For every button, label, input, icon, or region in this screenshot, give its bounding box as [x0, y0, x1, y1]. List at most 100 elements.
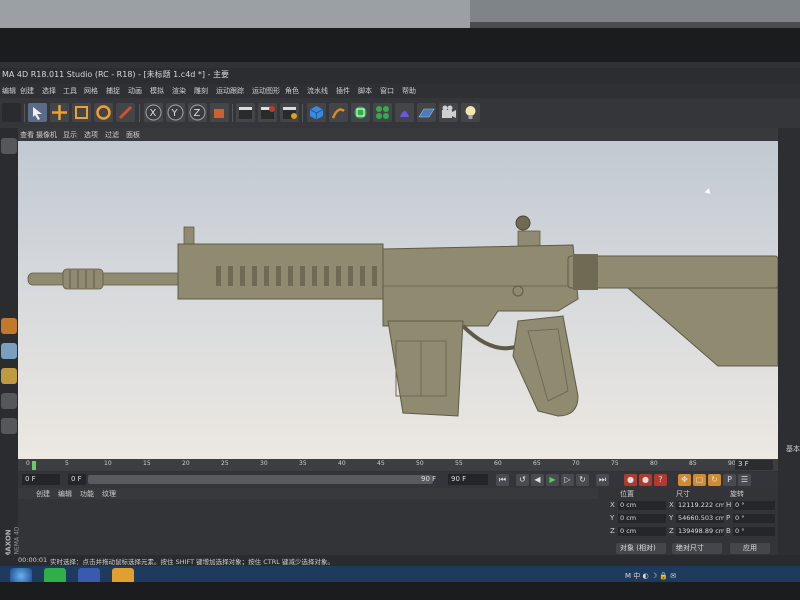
- position-key-icon[interactable]: ✥: [678, 474, 691, 486]
- cube-icon[interactable]: [307, 103, 326, 122]
- menu-script[interactable]: 脚本: [358, 86, 372, 96]
- render-settings-icon[interactable]: [280, 103, 299, 122]
- rotation-b-field[interactable]: 0 °: [733, 527, 775, 536]
- viewport-menu-filter[interactable]: 过滤: [105, 130, 119, 140]
- rifle-model[interactable]: [18, 141, 779, 459]
- render-view-icon[interactable]: [236, 103, 255, 122]
- autokey-icon[interactable]: ●: [639, 474, 652, 486]
- window-title: MA 4D R18.011 Studio (RC - R18) - [未标题 1…: [2, 70, 229, 79]
- system-tray[interactable]: M 中 ◐ ☽ 🔒 ✉: [625, 571, 676, 581]
- attributes-tab-basic[interactable]: 基本: [786, 444, 800, 454]
- size-x-field[interactable]: 12119.222 cm: [676, 501, 724, 510]
- next-key-button[interactable]: ↻: [576, 474, 589, 486]
- go-to-start-button[interactable]: ⏮: [496, 474, 509, 486]
- menu-mograph[interactable]: 运动图形: [252, 86, 280, 96]
- size-y-field[interactable]: 54660.503 cm: [676, 514, 724, 523]
- go-to-end-button[interactable]: ⏭: [596, 474, 609, 486]
- menu-simulate[interactable]: 模拟: [150, 86, 164, 96]
- rotate-icon[interactable]: [94, 103, 113, 122]
- rotation-p-field[interactable]: 0 °: [733, 514, 775, 523]
- file-explorer-icon[interactable]: [112, 568, 134, 582]
- floor-icon[interactable]: [417, 103, 436, 122]
- coordinate-system-icon[interactable]: [210, 103, 229, 122]
- perspective-viewport[interactable]: [18, 141, 779, 459]
- parameter-key-icon[interactable]: P: [723, 474, 736, 486]
- material-menu-edit[interactable]: 编辑: [58, 489, 72, 499]
- texture-mode-icon[interactable]: [1, 343, 17, 359]
- apply-button[interactable]: 应用: [730, 543, 770, 554]
- viewport-menu-panel[interactable]: 面板: [126, 130, 140, 140]
- keyframe-selection-icon[interactable]: ?: [654, 474, 667, 486]
- menu-mesh[interactable]: 网格: [84, 86, 98, 96]
- menu-select[interactable]: 选择: [42, 86, 56, 96]
- menu-character[interactable]: 角色: [285, 86, 299, 96]
- subdivision-surface-icon[interactable]: [351, 103, 370, 122]
- taskbar-app-icon[interactable]: [44, 568, 66, 582]
- timeline-menu-icon[interactable]: ☰: [738, 474, 751, 486]
- viewport-menu-view[interactable]: 查看: [20, 130, 34, 140]
- menu-pipeline[interactable]: 流水线: [307, 86, 328, 96]
- z-axis-icon[interactable]: Z: [188, 103, 207, 122]
- cinema4d-taskbar-icon[interactable]: [78, 568, 100, 582]
- viewport-menu-options[interactable]: 选项: [84, 130, 98, 140]
- prev-frame-button[interactable]: ◀: [531, 474, 544, 486]
- scale-icon[interactable]: [72, 103, 91, 122]
- viewport-menu-display[interactable]: 显示: [63, 130, 77, 140]
- deformer-icon[interactable]: [395, 103, 414, 122]
- prev-key-button[interactable]: ↺: [516, 474, 529, 486]
- material-menu-create[interactable]: 创建: [36, 489, 50, 499]
- coord-mode-select[interactable]: 对象 (相对): [616, 543, 666, 554]
- max-frame-field[interactable]: 90 F: [448, 474, 488, 485]
- menu-plugins[interactable]: 插件: [336, 86, 350, 96]
- undo-icon[interactable]: [2, 103, 21, 122]
- pen-spline-icon[interactable]: [329, 103, 348, 122]
- model-mode-icon[interactable]: [1, 318, 17, 334]
- make-editable-icon[interactable]: [1, 138, 17, 154]
- frame-range-slider[interactable]: [88, 475, 433, 484]
- menu-window[interactable]: 窗口: [380, 86, 394, 96]
- menu-tools[interactable]: 工具: [63, 86, 77, 96]
- recent-tool-icon[interactable]: [116, 103, 135, 122]
- material-menu-function[interactable]: 功能: [80, 489, 94, 499]
- playhead[interactable]: [32, 461, 36, 470]
- menu-create[interactable]: 创建: [20, 86, 34, 96]
- size-z-field[interactable]: 139498.89 cm: [676, 527, 724, 536]
- scale-key-icon[interactable]: ▢: [693, 474, 706, 486]
- current-frame-field[interactable]: 0 F: [22, 474, 60, 485]
- menu-help[interactable]: 帮助: [402, 86, 416, 96]
- rotation-key-icon[interactable]: ↻: [708, 474, 721, 486]
- menu-snap[interactable]: 捕捉: [106, 86, 120, 96]
- rotation-h-field[interactable]: 0 °: [733, 501, 775, 510]
- next-frame-button[interactable]: ▷: [561, 474, 574, 486]
- position-x-field[interactable]: 0 cm: [618, 501, 666, 510]
- start-frame-field[interactable]: 0 F: [68, 474, 86, 485]
- timeline-ruler[interactable]: 0 5 10 15 20 25 30 35 40 45 50 55 60 65 …: [18, 459, 778, 471]
- menu-render[interactable]: 渲染: [172, 86, 186, 96]
- points-mode-icon[interactable]: [1, 393, 17, 409]
- menu-sculpt[interactable]: 雕刻: [194, 86, 208, 96]
- status-bar: 00:00:01 实时选择：点击并拖动鼠标选择元素。按住 SHIFT 键增加选择…: [0, 555, 800, 566]
- menu-motion-tracking[interactable]: 运动跟踪: [216, 86, 244, 96]
- y-axis-icon[interactable]: Y: [166, 103, 185, 122]
- coord-size-mode-select[interactable]: 绝对尺寸: [672, 543, 722, 554]
- move-icon[interactable]: [50, 103, 69, 122]
- light-icon[interactable]: [461, 103, 480, 122]
- cloner-icon[interactable]: [373, 103, 392, 122]
- position-z-field[interactable]: 0 cm: [618, 527, 666, 536]
- timeline-end-frame[interactable]: 3 F: [735, 460, 773, 470]
- workplane-mode-icon[interactable]: [1, 368, 17, 384]
- menu-edit[interactable]: 编辑: [2, 86, 16, 96]
- render-to-picture-viewer-icon[interactable]: [258, 103, 277, 122]
- record-keys-icon[interactable]: ●: [624, 474, 637, 486]
- coord-axis-x: X: [610, 501, 615, 509]
- material-menu-texture[interactable]: 纹理: [102, 489, 116, 499]
- menu-animate[interactable]: 动画: [128, 86, 142, 96]
- edges-mode-icon[interactable]: [1, 418, 17, 434]
- viewport-menu-cameras[interactable]: 摄像机: [36, 130, 57, 140]
- play-button[interactable]: ▶: [546, 474, 559, 486]
- x-axis-icon[interactable]: X: [144, 103, 163, 122]
- position-y-field[interactable]: 0 cm: [618, 514, 666, 523]
- camera-icon[interactable]: [439, 103, 458, 122]
- start-button-icon[interactable]: [10, 568, 32, 582]
- live-selection-icon[interactable]: [28, 103, 47, 122]
